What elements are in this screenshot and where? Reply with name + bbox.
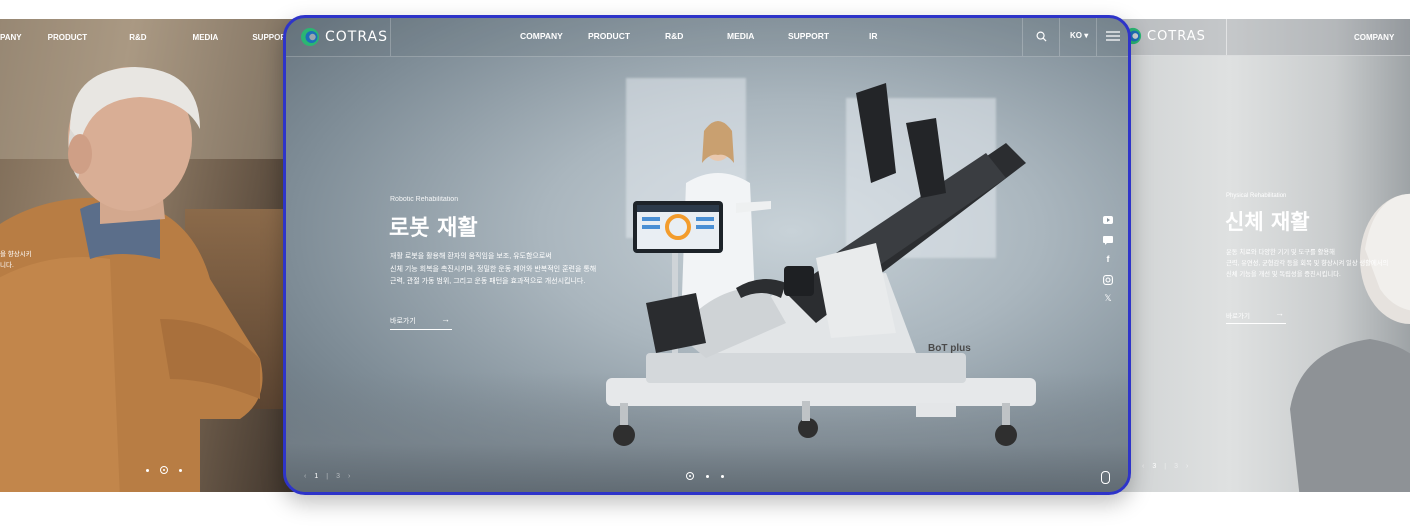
slide-dot[interactable] <box>179 468 182 472</box>
desc-line: 운동 치료와 다양한 기기 및 도구를 활용해 <box>1226 249 1335 256</box>
previous-slide-desc: 을 향상시키 니다. <box>0 249 32 271</box>
link-label: 바로가기 <box>390 318 416 325</box>
header-divider <box>1096 18 1097 56</box>
slide-dot-active[interactable] <box>686 472 694 480</box>
arrow-right-icon: → <box>1275 308 1284 318</box>
cotras-logo-icon <box>301 28 319 46</box>
slide-dot-active[interactable] <box>160 466 168 474</box>
chevron-right-icon[interactable]: › <box>348 473 350 480</box>
divider <box>1226 19 1227 55</box>
pager-total: 3 <box>1174 463 1178 470</box>
youtube-icon[interactable] <box>1103 216 1113 224</box>
desc-line: 신체 기능 회복을 촉진시키며, 정밀한 운동 제어와 반복적인 훈련을 통해 <box>390 265 597 273</box>
hamburger-menu-icon[interactable] <box>1106 31 1120 41</box>
slide-dot[interactable] <box>721 474 724 478</box>
site-logo[interactable]: COTRAS <box>300 26 388 48</box>
nav-product[interactable]: PRODUCT <box>588 31 630 41</box>
chevron-right-icon[interactable]: › <box>1186 463 1188 470</box>
link-label: 바로가기 <box>1226 313 1250 320</box>
previous-slide-dots <box>146 466 182 474</box>
slide-dots <box>686 472 724 480</box>
site-header: COTRAS COMPANY PRODUCT R&D MEDIA SUPPORT… <box>286 18 1128 57</box>
slide-dot[interactable] <box>706 474 709 478</box>
instagram-icon[interactable] <box>1103 275 1113 285</box>
header-divider <box>1022 18 1023 56</box>
next-slide-desc: 운동 치료와 다양한 기기 및 도구를 활용해 근력, 유연성, 균형감각 등을… <box>1226 247 1388 280</box>
header-divider <box>390 18 391 56</box>
hero-cta-link[interactable]: 바로가기 → <box>390 314 452 330</box>
next-slide-logo[interactable]: COTRAS <box>1124 27 1206 45</box>
next-slide-pager: ‹ 3 | 3 › <box>1142 463 1188 470</box>
next-slide-subtitle: Physical Rehabilitation <box>1226 193 1287 199</box>
desc-line: 재활 로봇을 활용해 환자의 움직임을 보조, 유도함으로써 <box>390 253 552 260</box>
previous-slide-nav: PANY PRODUCT R&D MEDIA SUPPORT <box>0 19 291 55</box>
slide-dot[interactable] <box>146 468 149 472</box>
elderly-man-image <box>0 67 263 492</box>
nav-rnd[interactable]: R&D <box>665 31 683 41</box>
desc-line: 근력, 관절 가동 범위, 그리고 운동 패턴을 효과적으로 개선시킵니다. <box>390 278 586 285</box>
slide-pager: ‹ 1 | 3 › <box>304 473 350 480</box>
nav-media[interactable]: MEDIA <box>193 33 219 42</box>
x-icon[interactable]: 𝕏 <box>1103 293 1113 304</box>
desc-line: 니다. <box>0 262 14 269</box>
facebook-icon[interactable]: f <box>1103 254 1113 264</box>
nav-product[interactable]: PRODUCT <box>48 33 88 42</box>
next-slide-panel: COTRAS COMPANY Physical Rehabilitation 신… <box>1110 19 1410 492</box>
nav-company[interactable]: COMPANY <box>520 31 563 41</box>
desc-line: 을 향상시키 <box>0 251 32 258</box>
next-slide-link[interactable]: 바로가기 → <box>1226 308 1286 324</box>
main-slide-frame: BoT plus COTRAS COMPANY PRODUCT R&D MEDI… <box>283 15 1131 495</box>
pager-current: 3 <box>1152 463 1157 470</box>
chevron-left-icon[interactable]: ‹ <box>304 473 306 480</box>
header-divider <box>1059 18 1060 56</box>
nav-media[interactable]: MEDIA <box>727 31 754 41</box>
previous-slide-panel: PANY PRODUCT R&D MEDIA SUPPORT 을 향상시키 니다… <box>0 19 300 492</box>
pager-current: 1 <box>314 473 319 480</box>
robot-rehabilitation-image: BoT plus <box>606 83 1036 446</box>
desc-line: 신체 기능을 개선 및 독립성을 증진시킵니다. <box>1226 271 1341 278</box>
hero-description: 재활 로봇을 활용해 환자의 움직임을 보조, 유도함으로써 신체 기능 회복을… <box>390 251 596 289</box>
logo-text: COTRAS <box>1147 28 1206 44</box>
pager-separator: | <box>326 473 329 480</box>
nav-rnd[interactable]: R&D <box>129 33 146 42</box>
pager-separator: | <box>1164 463 1167 470</box>
next-slide-nav: COMPANY <box>1354 19 1394 55</box>
language-selector[interactable]: KO ▾ <box>1070 31 1088 40</box>
nav-company-partial[interactable]: PANY <box>0 33 22 42</box>
desc-line: 근력, 유연성, 균형감각 등을 회복 및 향상시켜 일상 생활에서의 <box>1226 260 1389 267</box>
next-slide-title: 신체 재활 <box>1225 210 1310 234</box>
device-brand-label: BoT plus <box>928 343 971 354</box>
logo-text: COTRAS <box>325 29 388 45</box>
arrow-right-icon: → <box>441 314 450 324</box>
search-icon[interactable] <box>1036 31 1047 42</box>
hero-subtitle: Robotic Rehabilitation <box>390 196 459 203</box>
hero-title: 로봇 재활 <box>389 216 478 241</box>
chat-icon[interactable] <box>1103 236 1113 245</box>
nav-company[interactable]: COMPANY <box>1354 33 1394 42</box>
scroll-mouse-icon[interactable] <box>1101 471 1110 484</box>
nav-ir[interactable]: IR <box>869 31 878 41</box>
chevron-left-icon[interactable]: ‹ <box>1142 463 1144 470</box>
nav-support[interactable]: SUPPORT <box>788 31 829 41</box>
pager-total: 3 <box>336 473 340 480</box>
